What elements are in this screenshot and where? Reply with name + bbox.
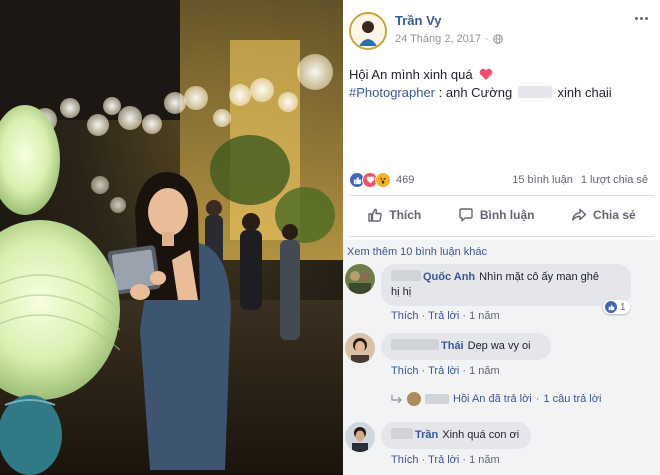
- comment-reply-link[interactable]: Trả lời: [428, 310, 459, 322]
- comment-item: Trần Xinh quá con ơi Thích · Trả lời · 1 …: [345, 422, 655, 470]
- wow-reaction-icon: [375, 172, 391, 188]
- comment-like-badge[interactable]: 1: [603, 300, 630, 314]
- reaction-count: 469: [396, 174, 415, 186]
- author-name[interactable]: Trần Vy: [395, 13, 441, 28]
- comment-actions: Thích · Trả lời · 1 năm: [391, 310, 500, 322]
- divider: [349, 236, 654, 237]
- redacted-name: [391, 428, 413, 439]
- share-count[interactable]: 1 lượt chia sẻ: [581, 174, 648, 186]
- comment-bubble: Quốc Anh Nhìn mặt cô ấy man ghê hị hị: [381, 264, 631, 306]
- redacted-name: [391, 270, 421, 281]
- commenter-avatar[interactable]: [345, 264, 375, 294]
- like-reaction-icon: [605, 301, 617, 313]
- comment-like-link[interactable]: Thích: [391, 365, 419, 377]
- share-icon: [572, 208, 587, 221]
- caption-line1: Hội An mình xinh quá: [349, 67, 473, 82]
- redacted-name: [517, 86, 552, 98]
- divider: [349, 195, 654, 196]
- comment-like-link[interactable]: Thích: [391, 454, 419, 466]
- comment-icon: [459, 208, 473, 222]
- comment-time[interactable]: 1 năm: [469, 365, 500, 377]
- like-label: Thích: [389, 208, 422, 222]
- caption-line2-post: xinh chaii: [557, 85, 612, 100]
- post-actions: Thích Bình luận Chia sẻ: [349, 200, 654, 230]
- comment-reply-link[interactable]: Trả lời: [428, 365, 459, 377]
- post-date[interactable]: 24 Tháng 2, 2017: [395, 33, 481, 45]
- comment-button[interactable]: Bình luận: [458, 207, 535, 223]
- author-avatar[interactable]: [349, 12, 387, 50]
- redacted-name: [425, 394, 449, 404]
- comment-text-line2: hị hị: [391, 286, 412, 298]
- comment-like-count: 1: [620, 301, 626, 313]
- comment-time[interactable]: 1 năm: [469, 454, 500, 466]
- see-more-comments-link[interactable]: Xem thêm 10 bình luận khác: [347, 246, 487, 258]
- comment-count[interactable]: 15 bình luận: [512, 174, 573, 186]
- comment-label: Bình luận: [479, 208, 535, 222]
- photographer-hashtag[interactable]: #Photographer: [349, 85, 435, 100]
- comment-actions: Thích · Trả lời · 1 năm: [391, 365, 500, 377]
- replies-summary[interactable]: Hồi An đã trả lời · 1 câu trả lời: [391, 392, 601, 406]
- commenter-avatar[interactable]: [345, 333, 375, 363]
- comment-bubble: Thái Dep wa vy oi: [381, 333, 551, 360]
- comment-text: Xinh quá con ơi: [442, 429, 520, 441]
- comment-time[interactable]: 1 năm: [469, 310, 500, 322]
- post-meta: 24 Tháng 2, 2017 ·: [395, 33, 503, 45]
- comment-text: Nhìn mặt cô ấy man ghê: [479, 271, 599, 283]
- engagement-counts: 15 bình luận 1 lượt chia sẻ: [512, 174, 648, 186]
- post-photo[interactable]: [0, 0, 343, 475]
- replied-text[interactable]: Hồi An đã trả lời: [453, 393, 532, 405]
- share-label: Chia sẻ: [593, 208, 636, 222]
- commenter-avatar[interactable]: [345, 422, 375, 452]
- reply-count-link[interactable]: 1 câu trả lời: [543, 393, 601, 405]
- commenter-name[interactable]: Quốc Anh: [423, 271, 475, 283]
- caption-line2-pre: : anh Cường: [438, 85, 513, 100]
- globe-icon[interactable]: [492, 34, 503, 44]
- comment-reply-link[interactable]: Trả lời: [428, 454, 459, 466]
- reaction-summary[interactable]: 469: [349, 172, 414, 188]
- heart-emoji-icon: [479, 68, 493, 80]
- photo-illustration: [0, 0, 343, 475]
- comment-text: Dep wa vy oi: [467, 340, 531, 352]
- like-button[interactable]: Thích: [367, 207, 421, 223]
- comments-section: Xem thêm 10 bình luận khác Quốc Anh Nhìn …: [343, 240, 660, 475]
- comment-like-link[interactable]: Thích: [391, 310, 419, 322]
- reply-arrow-icon: [391, 395, 402, 404]
- comment-item: Thái Dep wa vy oi Thích · Trả lời · 1 năm: [345, 333, 655, 381]
- redacted-name: [391, 339, 439, 350]
- post-caption: Hội An mình xinh quá #Photographer : anh…: [349, 66, 654, 102]
- replier-avatar: [407, 392, 421, 406]
- more-options-icon[interactable]: [632, 10, 650, 26]
- comment-bubble: Trần Xinh quá con ơi: [381, 422, 531, 449]
- commenter-name[interactable]: Trần: [415, 429, 438, 441]
- comment-actions: Thích · Trả lời · 1 năm: [391, 454, 500, 466]
- comment-item: Quốc Anh Nhìn mặt cô ấy man ghê hị hị 1 T…: [345, 264, 655, 328]
- post-panel: Trần Vy 24 Tháng 2, 2017 · Hội An mình x…: [343, 0, 660, 475]
- like-icon: [368, 208, 383, 222]
- commenter-name[interactable]: Thái: [441, 340, 464, 352]
- share-button[interactable]: Chia sẻ: [571, 207, 636, 223]
